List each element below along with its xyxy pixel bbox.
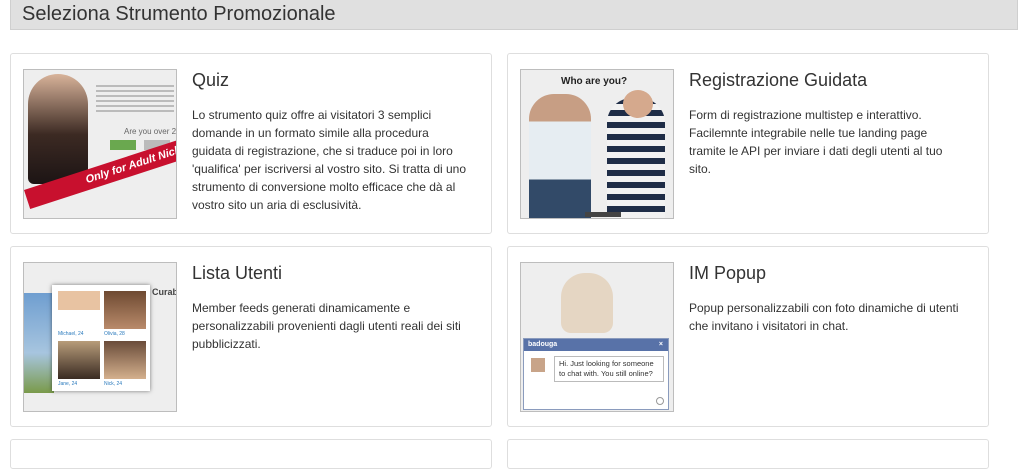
thumb-heading: Who are you? [561, 76, 628, 87]
smiley-icon [656, 397, 664, 405]
tool-card-lista-utenti[interactable]: Curab Michael, 24 Olivia, 28 Jane, 24 Ni… [10, 246, 492, 427]
tool-card-im-popup[interactable]: badouga × Hi. Just looking for someone t… [507, 246, 989, 427]
user-caption: Nick, 24 [104, 381, 123, 387]
card-title[interactable]: Lista Utenti [192, 263, 282, 284]
user-caption: Olivia, 28 [104, 331, 125, 337]
tool-card-registrazione-guidata[interactable]: Who are you? Registrazione Guidata Form … [507, 53, 989, 234]
chat-header: badouga × [524, 339, 668, 351]
chat-message: Hi. Just looking for someone to chat wit… [554, 356, 664, 382]
quiz-yes-button [110, 140, 136, 150]
user-caption: Michael, 24 [58, 331, 84, 337]
user-photo [104, 291, 146, 329]
tool-card-partial[interactable] [10, 439, 492, 469]
card-description: Member feeds generati dinamicamente e pe… [192, 301, 461, 351]
avatar [531, 358, 545, 372]
user-caption: Jane, 24 [58, 381, 78, 387]
woman-image [607, 90, 665, 218]
page-header: Seleziona Strumento Promozionale [10, 0, 1018, 30]
quiz-question: Are you over 21 [124, 127, 177, 136]
card-description: Form di registrazione multistep e intera… [689, 108, 943, 176]
model-image [28, 74, 88, 184]
quiz-text-lines [96, 82, 174, 115]
background-image [24, 293, 54, 393]
users-grid: Michael, 24 Olivia, 28 Jane, 24 Nick, 24 [52, 285, 150, 391]
chat-username: badouga [528, 341, 558, 348]
close-icon: × [658, 341, 663, 348]
card-description: Popup personalizzabili con foto dinamich… [689, 301, 959, 333]
tool-card-quiz[interactable]: Are you over 21 Only for Adult Niche Qui… [10, 53, 492, 234]
thumb-side-title: Curab [152, 287, 177, 297]
step-indicator [585, 212, 621, 217]
user-photo [58, 291, 100, 329]
chat-window: badouga × Hi. Just looking for someone t… [523, 338, 669, 410]
users-thumbnail[interactable]: Curab Michael, 24 Olivia, 28 Jane, 24 Ni… [23, 262, 177, 412]
user-photo [104, 341, 146, 379]
man-image [529, 94, 591, 218]
im-popup-thumbnail[interactable]: badouga × Hi. Just looking for someone t… [520, 262, 674, 412]
page-title: Seleziona Strumento Promozionale [22, 3, 336, 25]
card-title[interactable]: IM Popup [689, 263, 766, 284]
card-title[interactable]: Registrazione Guidata [689, 70, 867, 91]
card-title[interactable]: Quiz [192, 70, 229, 91]
tool-card-partial[interactable] [507, 439, 989, 469]
woman-image [561, 273, 613, 333]
quiz-thumbnail[interactable]: Are you over 21 Only for Adult Niche [23, 69, 177, 219]
registration-thumbnail[interactable]: Who are you? [520, 69, 674, 219]
card-description: Lo strumento quiz offre ai visitatori 3 … [192, 108, 467, 212]
user-photo [58, 341, 100, 379]
